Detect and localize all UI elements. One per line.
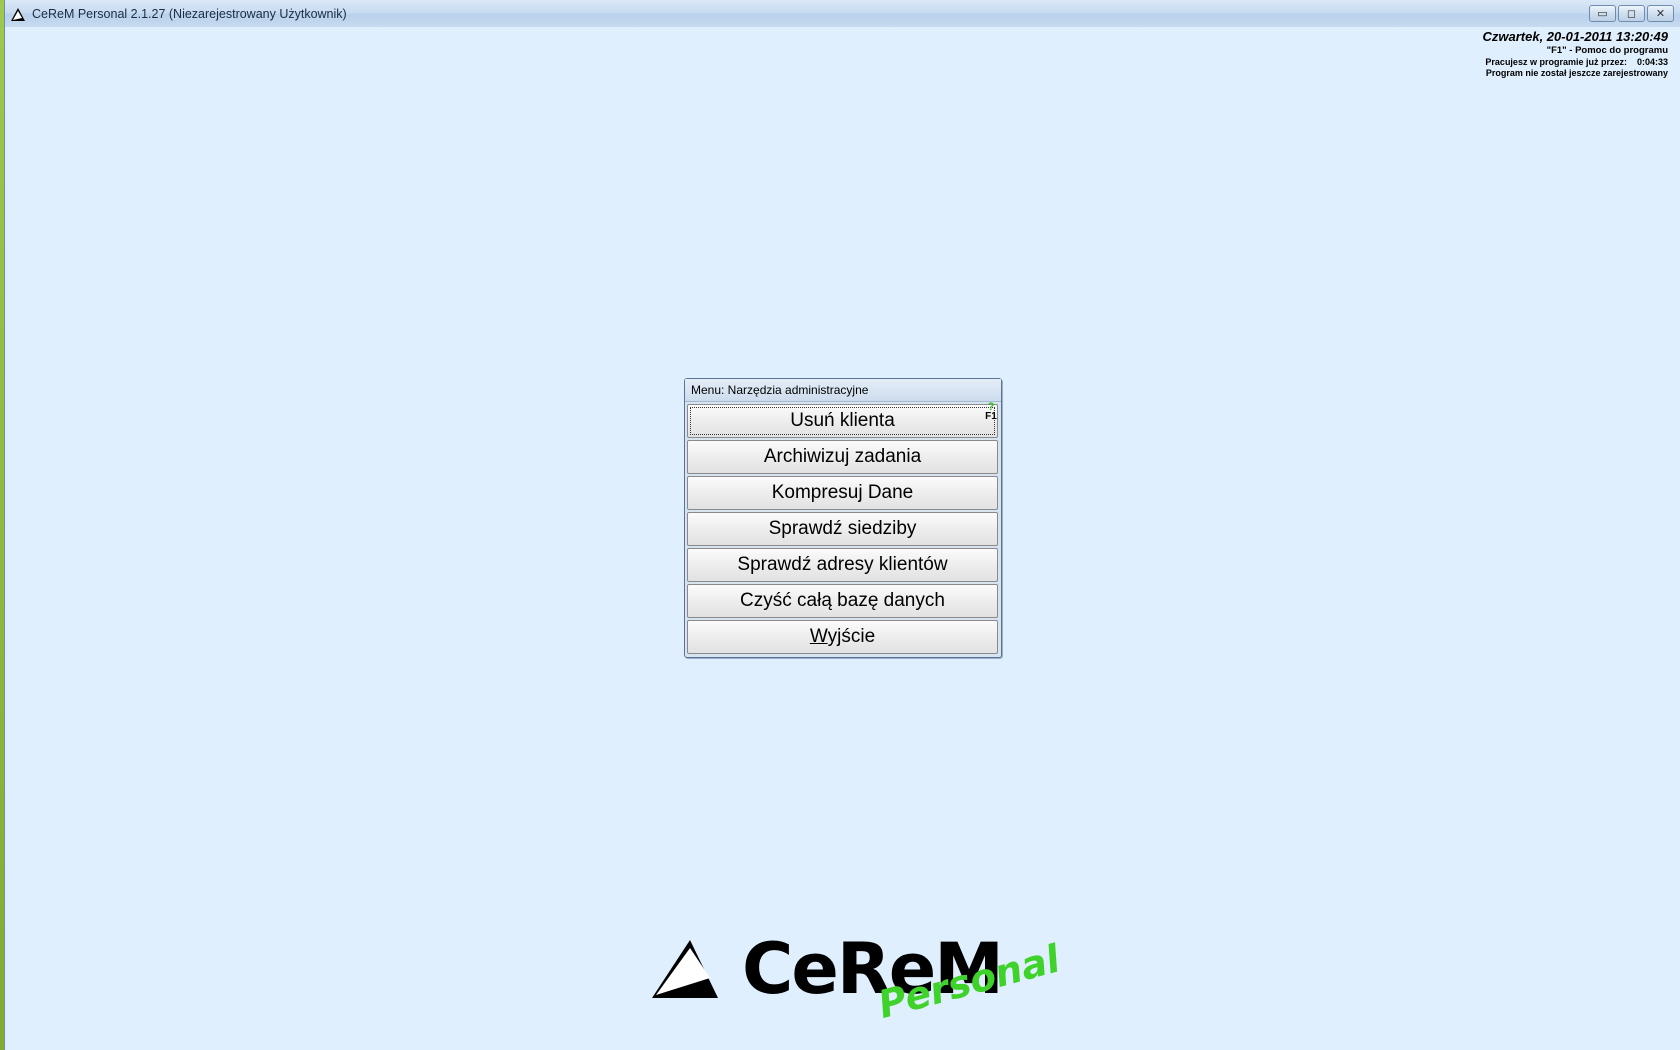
help-hint: "F1" - Pomoc do programu <box>1546 45 1668 56</box>
session-timer: Pracujesz w programie już przez: 0:04:33 <box>1483 57 1668 68</box>
close-icon: ✕ <box>1655 8 1666 20</box>
admin-tools-menu: Menu: Narzędzia administracyjne Usuń kli… <box>684 378 1002 658</box>
title-bar[interactable]: CeReM Personal 2.1.27 (Niezarejestrowany… <box>5 0 1680 28</box>
menu-item-label: Archiwizuj zadania <box>763 446 922 467</box>
cerem-personal-logo: CeReM Personal <box>650 908 1064 1043</box>
menu-item-label: Wyjście <box>810 626 875 648</box>
app-window: CeReM Personal 2.1.27 (Niezarejestrowany… <box>4 0 1680 1050</box>
menu-item-exit[interactable]: Wyjście <box>687 620 998 654</box>
menu-item-label: Kompresuj Dane <box>771 482 914 503</box>
minimize-button[interactable]: ▭ <box>1589 5 1616 22</box>
menu-item-compress-data[interactable]: Kompresuj Dane <box>687 476 998 510</box>
restore-icon: ◻ <box>1626 8 1637 20</box>
menu-list: Usuń klienta ? F1 Archiwizuj zadania Kom… <box>685 402 1001 654</box>
menu-item-check-client-addresses[interactable]: Sprawdź adresy klientów <box>687 548 998 582</box>
app-triangle-icon <box>11 7 25 21</box>
current-datetime: Czwartek, 20-01-2011 13:20:49 <box>1482 29 1669 44</box>
window-controls: ▭ ◻ ✕ <box>1589 5 1674 22</box>
menu-item-label: Usuń klienta <box>790 410 895 431</box>
menu-item-archive-tasks[interactable]: Archiwizuj zadania <box>687 440 998 474</box>
session-timer-value: 0:04:33 <box>1636 57 1668 67</box>
menu-item-check-offices[interactable]: Sprawdź siedziby <box>687 512 998 546</box>
close-button[interactable]: ✕ <box>1647 5 1674 22</box>
window-title: CeReM Personal 2.1.27 (Niezarejestrowany… <box>32 6 347 21</box>
restore-button[interactable]: ◻ <box>1618 5 1645 22</box>
session-timer-label: Pracujesz w programie już przez: <box>1485 57 1627 67</box>
registration-status: Program nie został jeszcze zarejestrowan… <box>1485 68 1668 78</box>
help-f1-icon[interactable]: ? F1 <box>985 402 997 422</box>
minimize-icon: ▭ <box>1597 8 1608 20</box>
help-key-label: F1 <box>985 411 997 422</box>
menu-item-clear-database[interactable]: Czyść całą bazę danych <box>687 584 998 618</box>
status-panel: Czwartek, 20-01-2011 13:20:49 "F1" - Pom… <box>1483 29 1669 79</box>
menu-item-delete-client[interactable]: Usuń klienta ? F1 <box>687 402 998 438</box>
menu-title: Menu: Narzędzia administracyjne <box>685 379 1001 402</box>
logo-triangle-icon <box>652 940 718 998</box>
menu-item-label: Czyść całą bazę danych <box>740 590 945 611</box>
exit-label-rest: yjście <box>827 626 876 647</box>
menu-item-label: Sprawdź siedziby <box>768 518 917 539</box>
exit-accelerator: W <box>809 626 828 647</box>
menu-item-label: Sprawdź adresy klientów <box>737 554 948 575</box>
